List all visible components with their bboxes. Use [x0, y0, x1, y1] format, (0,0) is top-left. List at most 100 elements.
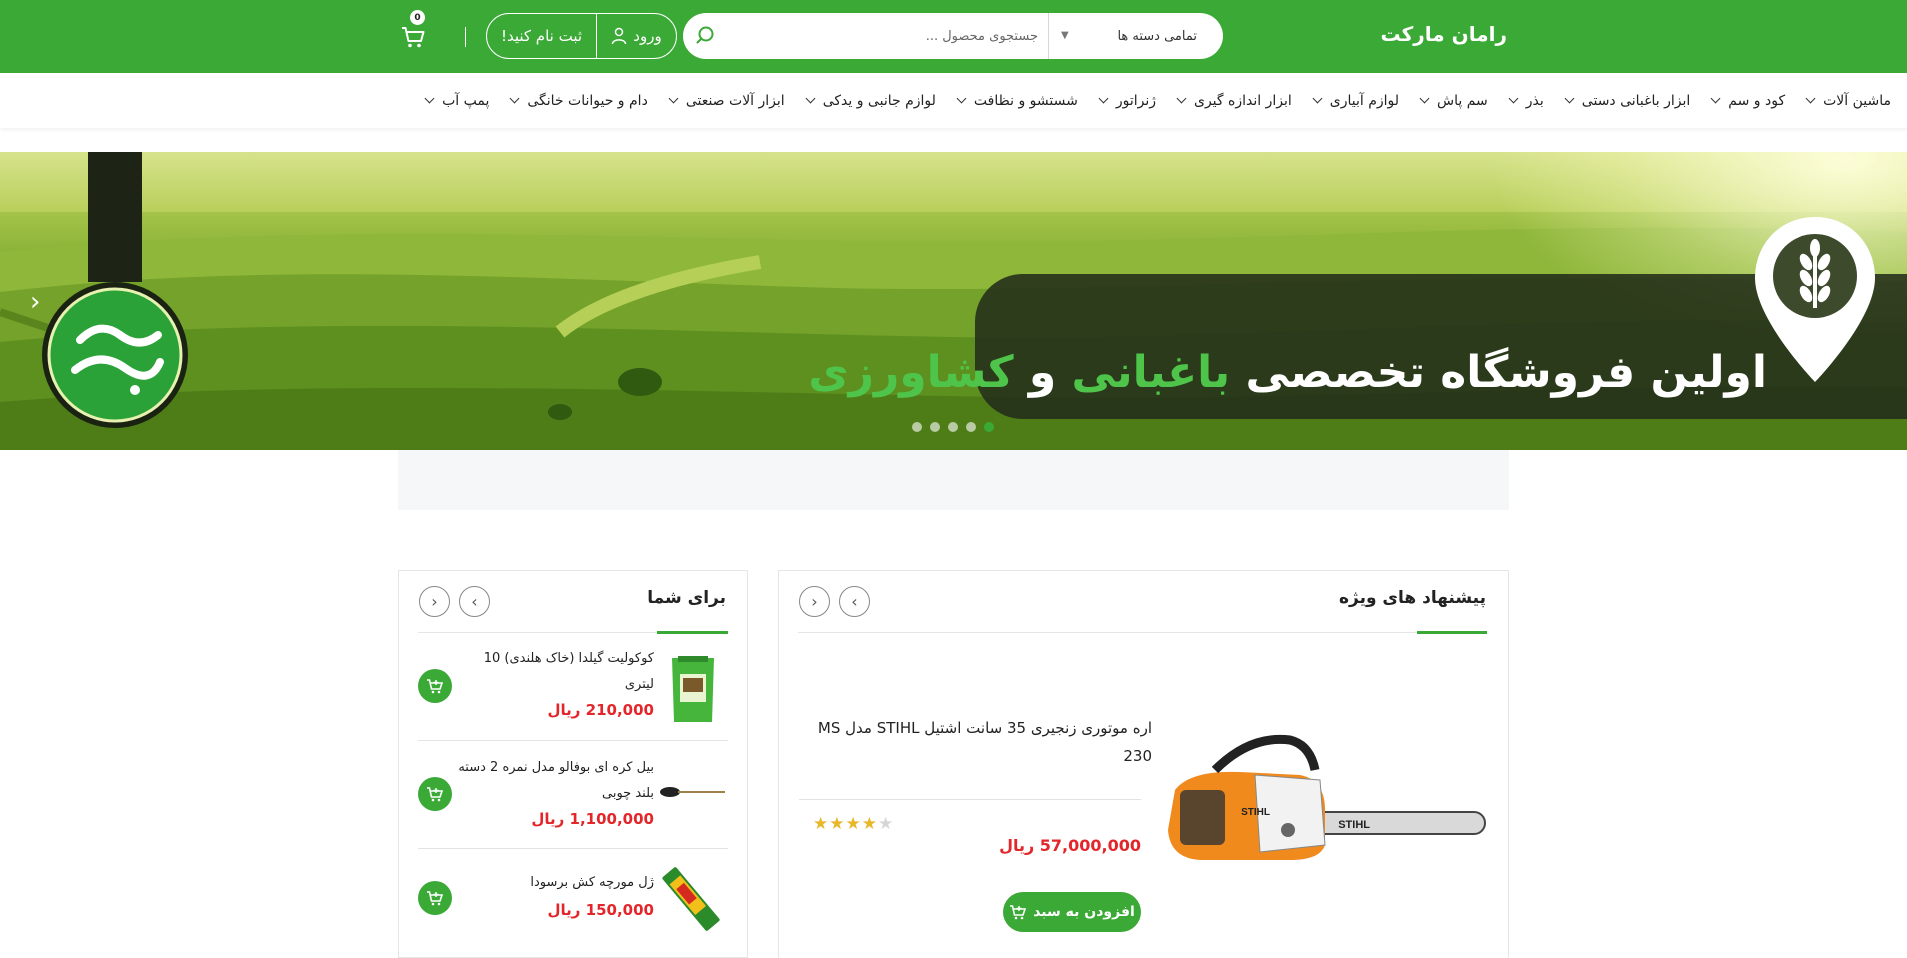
slider-prev-button[interactable]: ‹	[30, 287, 40, 317]
nav-item[interactable]: ابزار باغبانی دستی	[1554, 93, 1690, 109]
nav-item-label: ابزار آلات صنعتی	[685, 92, 785, 109]
chevron-down-icon	[424, 93, 435, 104]
header-divider	[465, 27, 466, 47]
nav-item-label: لوازم آبیاری	[1329, 92, 1400, 109]
nav-item[interactable]: شستشو و نظافت	[946, 93, 1078, 109]
slider-next-button[interactable]: ›	[1858, 287, 1868, 317]
for-you-title: برای شما	[647, 588, 726, 608]
chevron-down-icon	[1508, 93, 1519, 104]
nav-item[interactable]: دام و حیوانات خانگی	[499, 92, 648, 109]
special-product-name[interactable]: اره موتوری زنجیری 35 سانت اشتیل STIHL مد…	[812, 714, 1152, 770]
nav-item-label: شستشو و نظافت	[973, 92, 1078, 109]
nav-item[interactable]: پمپ آب	[414, 93, 489, 109]
cart-plus-icon	[427, 679, 444, 694]
ant-gel-thumbnail[interactable]	[660, 864, 722, 934]
for-you-item-name[interactable]: بیل کره ای بوفالو مدل نمره 2 دسته بلند چ…	[453, 755, 654, 807]
for-you-title-accent	[657, 631, 728, 634]
nav-item-label: سم پاش	[1437, 92, 1488, 109]
cart-plus-icon	[427, 891, 444, 906]
special-next-button[interactable]: ›	[839, 586, 870, 617]
login-button[interactable]: ورود	[596, 14, 676, 58]
cart-plus-icon	[1010, 905, 1027, 920]
list-separator	[418, 740, 728, 741]
chevron-down-icon	[1805, 93, 1816, 104]
search-icon	[696, 26, 714, 44]
nav-item[interactable]: سم پاش	[1409, 93, 1488, 109]
nav-item[interactable]: ابزار اندازه گیری	[1166, 93, 1292, 109]
nav-item[interactable]: ماشین آلات	[1795, 93, 1891, 109]
add-to-cart-button[interactable]: افزودن به سبد	[1003, 892, 1141, 932]
user-icon	[612, 27, 627, 45]
svg-text:STIHL: STIHL	[1241, 807, 1270, 818]
nav-item-label: ابزار باغبانی دستی	[1581, 92, 1691, 109]
banner-headline: اولین فروشگاه تخصصی باغبانی و کشاورزی	[808, 347, 1767, 398]
cart-button[interactable]	[400, 24, 426, 50]
for-you-add-cart-button[interactable]	[418, 669, 452, 703]
search-category-select[interactable]: تمامی دسته ها ▼	[1048, 13, 1223, 59]
slider-dots	[912, 422, 994, 432]
slider-dot[interactable]	[930, 422, 940, 432]
for-you-next-button[interactable]: ›	[459, 586, 490, 617]
nav-item-label: ژنراتور	[1115, 92, 1156, 109]
hero-slider: اولین فروشگاه تخصصی باغبانی و کشاورزی ‹ …	[0, 152, 1907, 450]
main-nav: ماشین آلات کود و سم ابزار باغبانی دستی بذر س…	[0, 73, 1907, 128]
for-you-item-price: 1,100,000 ریال	[531, 810, 654, 828]
nav-item[interactable]: کود و سم	[1700, 93, 1785, 109]
search-input[interactable]	[730, 13, 1048, 59]
nav-item-label: بذر	[1525, 92, 1544, 109]
chevron-down-icon	[1419, 93, 1430, 104]
chevron-down-icon	[1710, 93, 1721, 104]
slider-dot[interactable]	[948, 422, 958, 432]
register-button[interactable]: ثبت نام کنید!	[487, 14, 596, 58]
cocolite-bag-thumbnail[interactable]	[668, 652, 718, 724]
nav-item-label: پمپ آب	[442, 92, 490, 109]
nav-item[interactable]: لوازم آبیاری	[1302, 93, 1399, 109]
special-product-price: 57,000,000 ریال	[999, 836, 1141, 855]
auth-box: ورود ثبت نام کنید!	[486, 13, 677, 59]
nav-item-label: دام و حیوانات خانگی	[527, 92, 648, 109]
rating-star-icon: ★	[878, 814, 894, 834]
slider-dark-strip	[88, 152, 142, 282]
rating-star-icon: ★	[845, 814, 861, 834]
for-you-prev-button[interactable]: ‹	[419, 586, 450, 617]
chevron-down-icon: ▼	[1061, 30, 1069, 41]
nav-item[interactable]: ژنراتور	[1088, 93, 1156, 109]
chevron-right-icon: ›	[471, 592, 478, 611]
chevron-down-icon	[956, 93, 967, 104]
cart-icon	[402, 27, 425, 48]
nav-menu-list: ماشین آلات کود و سم ابزار باغبانی دستی بذر س…	[404, 73, 1891, 128]
special-title-line	[798, 632, 1487, 633]
slider-dot[interactable]	[984, 422, 994, 432]
nav-item[interactable]: ابزار آلات صنعتی	[658, 93, 785, 109]
search-button[interactable]	[690, 21, 720, 51]
login-label: ورود	[633, 27, 662, 45]
search-category-label: تمامی دسته ها	[1117, 28, 1197, 44]
nav-item[interactable]: بذر	[1498, 93, 1544, 109]
cart-plus-icon	[427, 787, 444, 802]
for-you-add-cart-button[interactable]	[418, 777, 452, 811]
special-prev-button[interactable]: ‹	[799, 586, 830, 617]
slider-dot[interactable]	[912, 422, 922, 432]
rating-star-icon: ★	[829, 814, 845, 834]
headline-green1: باغبانی	[1071, 347, 1231, 398]
site-brand-logo[interactable]: رامان مارکت	[1380, 22, 1507, 46]
nav-item[interactable]: لوازم جانبی و یدکی	[795, 93, 936, 109]
shovel-thumbnail[interactable]	[660, 785, 725, 799]
headline-green2: کشاورزی	[808, 347, 1014, 398]
chevron-down-icon	[1564, 93, 1575, 104]
headline-and: و	[1028, 347, 1057, 398]
slider-dot[interactable]	[966, 422, 976, 432]
for-you-item-name[interactable]: ژل مورچه کش برسودا	[458, 870, 654, 896]
chevron-down-icon	[668, 93, 679, 104]
nav-item-label: ماشین آلات	[1823, 92, 1891, 109]
chevron-down-icon	[1312, 93, 1323, 104]
chainsaw-product-image[interactable]: STIHL STIHL	[1160, 730, 1490, 880]
nav-item-label: کود و سم	[1728, 92, 1786, 109]
for-you-item-name[interactable]: کوکولیت گیلدا (خاک هلندی) 10 لیتری	[458, 646, 654, 698]
cart-count-badge: 0	[410, 10, 425, 25]
rating-star-icon: ★	[861, 814, 877, 834]
chevron-down-icon	[1098, 93, 1109, 104]
special-offers-title: پیشنهاد های ویژه	[1338, 588, 1486, 608]
product-separator	[799, 799, 1141, 800]
for-you-add-cart-button[interactable]	[418, 881, 452, 915]
